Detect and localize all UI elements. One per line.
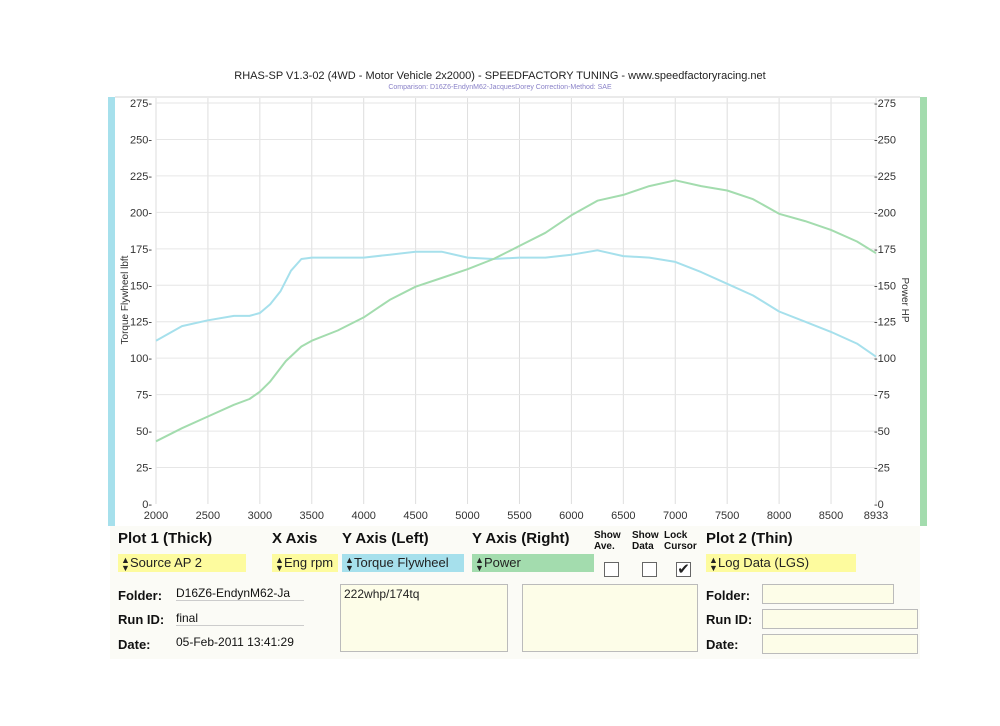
plot2-header: Plot 2 (Thin): [706, 530, 793, 547]
notes-box[interactable]: 222whp/174tq: [340, 584, 508, 652]
folder-field-2[interactable]: [762, 584, 894, 604]
y-left-tick-label: 150-: [130, 280, 152, 292]
y-right-tick-label: -125: [874, 317, 896, 329]
x-tick-label: 6000: [559, 510, 583, 522]
control-panel: Plot 1 (Thick) X Axis Y Axis (Left) Y Ax…: [110, 526, 920, 659]
x-tick-label: 7500: [715, 510, 739, 522]
y-left-tick-label: 275-: [130, 98, 152, 110]
runid-label-2: Run ID:: [706, 612, 753, 627]
lock-cursor-checkbox[interactable]: ✔: [676, 562, 691, 577]
y-right-tick-label: -250: [874, 134, 896, 146]
x-tick-label: 8000: [767, 510, 791, 522]
y-right-select[interactable]: ▲ ▼Power: [472, 554, 594, 572]
show-ave-checkbox[interactable]: [604, 562, 619, 577]
y-left-tick-label: 100-: [130, 353, 152, 365]
checkmark-icon: ✔: [677, 561, 690, 578]
y-right-tick-label: -75: [874, 390, 890, 402]
show-ave-label: Show Ave.: [594, 530, 621, 552]
tick-labels: 2000 2500 3000 3500 4000 4500 5000 5500 6000 6500…: [130, 98, 896, 522]
spinner-arrows-icon: ▲ ▼: [345, 554, 354, 572]
show-data-label: Show Data: [632, 530, 659, 552]
y-axis-left-label: Torque Flywheel lbft: [120, 255, 131, 344]
x-tick-label: 2500: [196, 510, 220, 522]
plot1-header: Plot 1 (Thick): [118, 530, 213, 547]
notes-box-2[interactable]: [522, 584, 698, 652]
y-left-value: Torque Flywheel: [354, 555, 449, 570]
y-right-value: Power: [484, 555, 521, 570]
y-left-tick-label: 175-: [130, 244, 152, 256]
y-right-tick-label: -175: [874, 244, 896, 256]
lock-cursor-label: Lock Cursor: [664, 530, 697, 552]
y-right-tick-label: -50: [874, 426, 890, 438]
date-value: 05-Feb-2011 13:41:29: [176, 635, 294, 649]
x-tick-label: 7000: [663, 510, 687, 522]
source-value: Source AP 2: [130, 555, 203, 570]
x-tick-label: 6500: [611, 510, 635, 522]
x-axis-select[interactable]: ▲ ▼Eng rpm: [272, 554, 338, 572]
y-right-tick-label: -275: [874, 98, 896, 110]
x-tick-label: 5500: [507, 510, 531, 522]
x-axis-value: Eng rpm: [284, 555, 334, 570]
show-data-checkbox[interactable]: [642, 562, 657, 577]
y-left-tick-label: 50-: [136, 426, 152, 438]
y-left-tick-label: 25-: [136, 463, 152, 475]
x-tick-label: 2000: [144, 510, 168, 522]
source-select[interactable]: ▲ ▼Source AP 2: [118, 554, 246, 572]
y-right-tick-label: -200: [874, 207, 896, 219]
runid-label: Run ID:: [118, 612, 165, 627]
date-field-2[interactable]: [762, 634, 918, 654]
x-tick-label: 8500: [819, 510, 843, 522]
torque-line: [155, 249, 877, 358]
folder-label-2: Folder:: [706, 588, 751, 603]
y-axis-left-header: Y Axis (Left): [342, 530, 429, 547]
x-tick-label: 3000: [248, 510, 272, 522]
grid: [155, 98, 877, 504]
x-axis-header: X Axis: [272, 530, 318, 547]
x-tick-label: 5000: [455, 510, 479, 522]
plot2-select[interactable]: ▲ ▼Log Data (LGS): [706, 554, 856, 572]
folder-value: D16Z6-EndynM62-Ja: [176, 586, 304, 601]
x-tick-label: 4500: [403, 510, 427, 522]
y-left-tick-label: 225-: [130, 171, 152, 183]
spinner-arrows-icon: ▲ ▼: [275, 554, 284, 572]
y-left-tick-label: 0-: [142, 499, 152, 511]
y-left-tick-label: 250-: [130, 134, 152, 146]
left-axis-bar: [108, 97, 115, 526]
y-left-tick-label: 125-: [130, 317, 152, 329]
series-lines: [155, 179, 877, 443]
y-right-tick-label: -25: [874, 463, 890, 475]
date-label: Date:: [118, 637, 151, 652]
notes-value: 222whp/174tq: [344, 587, 420, 601]
folder-label: Folder:: [118, 588, 163, 603]
spinner-arrows-icon: ▲ ▼: [709, 554, 718, 572]
y-left-tick-label: 200-: [130, 207, 152, 219]
runid-field-2[interactable]: [762, 609, 918, 629]
y-axis-right-header: Y Axis (Right): [472, 530, 570, 547]
y-left-tick-label: 75-: [136, 390, 152, 402]
plot2-value: Log Data (LGS): [718, 555, 810, 570]
y-left-select[interactable]: ▲ ▼Torque Flywheel: [342, 554, 464, 572]
y-right-tick-label: -0: [874, 499, 884, 511]
spinner-arrows-icon: ▲ ▼: [475, 554, 484, 572]
y-right-tick-label: -150: [874, 280, 896, 292]
dyno-chart: 2000 2500 3000 3500 4000 4500 5000 5500 6000 6500…: [108, 96, 927, 526]
x-tick-label: 4000: [351, 510, 375, 522]
x-tick-label: 8933: [864, 510, 888, 522]
y-right-tick-label: -225: [874, 171, 896, 183]
runid-value: final: [176, 611, 304, 626]
spinner-arrows-icon: ▲ ▼: [121, 554, 130, 572]
x-tick-label: 3500: [300, 510, 324, 522]
date-label-2: Date:: [706, 637, 739, 652]
right-axis-bar: [920, 97, 927, 526]
y-axis-right-label: Power HP: [899, 277, 910, 322]
y-right-tick-label: -100: [874, 353, 896, 365]
